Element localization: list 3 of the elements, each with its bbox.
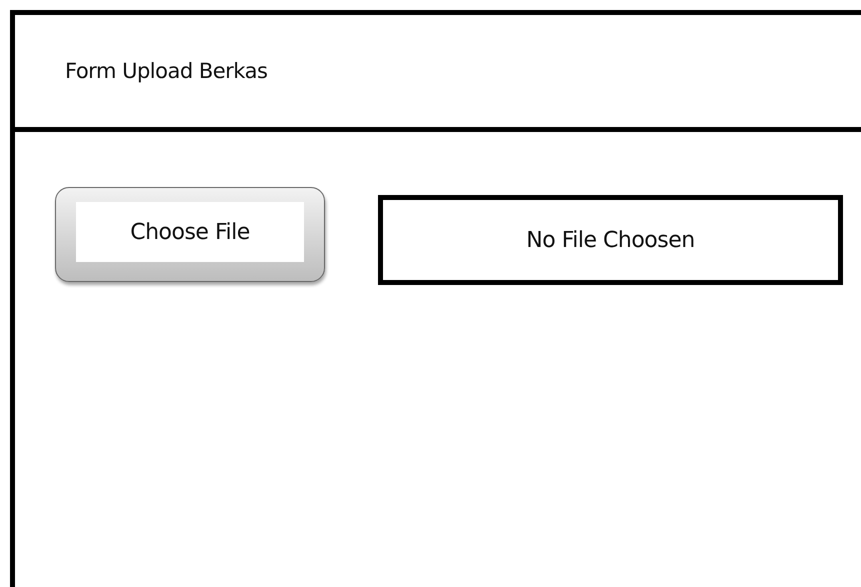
window-title: Form Upload Berkas	[65, 59, 268, 83]
choose-file-button[interactable]: Choose File	[55, 187, 325, 282]
file-status-field: No File Choosen	[378, 195, 843, 285]
